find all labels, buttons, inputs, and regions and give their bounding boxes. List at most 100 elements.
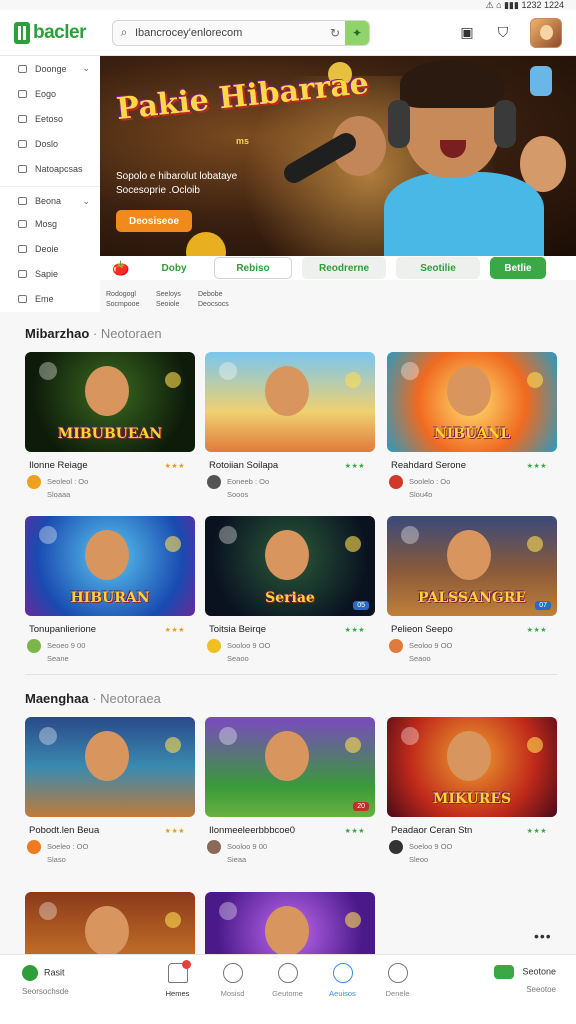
card-meta: Sooloo 9 OO Seaoo [205, 639, 375, 665]
card-meta-line2: Seane [47, 654, 69, 663]
bottom-left-account[interactable]: Rasit Seorsochsde [22, 965, 69, 996]
thumbnail-title: HIBURAN [70, 590, 150, 606]
sidebar-item[interactable]: Sapie [0, 261, 100, 286]
game-thumbnail[interactable]: MIKURES [387, 717, 557, 817]
category-chip[interactable]: Rebiso [214, 257, 292, 279]
sidebar-item[interactable]: Eetoso [0, 106, 100, 131]
game-thumbnail[interactable] [25, 717, 195, 817]
bottom-right-sub: Seeotoe [526, 985, 556, 994]
sidebar-item-icon [18, 219, 27, 228]
creator-avatar [27, 840, 41, 854]
category-chip[interactable]: 🍅 [108, 257, 134, 279]
bottom-tab-active[interactable]: Aeuisos [315, 963, 370, 998]
category-chip[interactable]: Seotilie [396, 257, 480, 279]
game-thumbnail[interactable]: HIBURAN [25, 516, 195, 616]
category-bar: 🍅 Doby Rebiso Reodrerne Seotilie Betlie [100, 256, 576, 280]
bag-icon[interactable]: ⛉ [494, 24, 512, 42]
category-chip[interactable]: Reodrerne [302, 257, 386, 279]
thumbnail-character [265, 530, 309, 580]
bottom-left-label: Rasit [44, 967, 65, 978]
game-card[interactable]: Pobodt.len Beua ★★★ Soeleo : OO Slaso [25, 717, 195, 866]
info-text: Rodogogl [106, 291, 136, 298]
search-input[interactable] [134, 26, 325, 39]
account-dot-icon [22, 965, 38, 981]
game-thumbnail[interactable]: NIBUANL [387, 352, 557, 452]
game-thumbnail[interactable]: MIBUBUEAN [25, 352, 195, 452]
game-card[interactable]: Seriae 05 Toitsia Beirqe ★★★ Sooloo 9 OO Seao… [205, 516, 375, 665]
more-options-icon[interactable]: ••• [534, 928, 552, 944]
creator-avatar [207, 639, 221, 653]
tab-icon [222, 963, 243, 983]
game-card[interactable]: MIKURES Peadaor Ceran Stn ★★★ Soeloo 9 OO Sl… [387, 717, 557, 866]
hero-kid [384, 60, 544, 256]
game-card[interactable]: HIBURAN Tonupanlierione ★★★ Seoeo 9 00 Seane [25, 516, 195, 665]
bottom-tab-b[interactable]: Geutome [260, 963, 315, 998]
sidebar-item[interactable]: Eogo [0, 81, 100, 106]
game-thumbnail[interactable]: PALSSANGRE 07 [387, 516, 557, 616]
sidebar-item-icon [18, 294, 27, 303]
game-card[interactable]: MIBUBUEAN Ilonne Reiage ★★★ Seoleol : Oo Slo… [25, 352, 195, 501]
card-title-row: Pelieon Seepo ★★★ [387, 624, 557, 635]
top-icons: ▣ ⛉ [458, 17, 562, 48]
hero-cta-button[interactable]: Deosiseoe [116, 210, 192, 232]
thumbnail-orb [527, 372, 543, 388]
sidebar-item[interactable]: Mosg [0, 211, 100, 236]
bottom-tab-a[interactable]: Mosisd [205, 963, 260, 998]
info-text: Deocsocs [198, 301, 229, 308]
thumbnail-badge: 05 [353, 601, 369, 610]
game-card[interactable]: 20 Ilonmeeleerbbbcoe0 ★★★ Sooloo 9 00 Sieaa [205, 717, 375, 866]
game-card[interactable]: PALSSANGRE 07 Pelieon Seepo ★★★ Seoloo 9 OO S… [387, 516, 557, 665]
bottom-right-label: Seotone [522, 966, 556, 977]
game-thumbnail[interactable]: 20 [205, 717, 375, 817]
thumbnail-character [265, 731, 309, 781]
logo-mark-icon [14, 21, 30, 44]
app-logo[interactable]: bacler [14, 21, 86, 44]
bottom-tabs: Hemes Mosisd Geutome Aeuisos Denele [150, 960, 425, 998]
thumbnail-orb [345, 737, 361, 753]
card-title: Peadaor Ceran Stn [391, 825, 473, 836]
wallet-icon[interactable]: ▣ [458, 24, 476, 42]
bottom-tab-c[interactable]: Denele [370, 963, 425, 998]
card-title-row: Toitsia Beirqe ★★★ [205, 624, 375, 635]
sidebar-item[interactable]: Doslo [0, 131, 100, 156]
tab-label: Mosisd [220, 989, 245, 998]
category-chip[interactable]: Betlie [490, 257, 546, 279]
thumbnail-orb [345, 536, 361, 552]
hero-subtitle: Sopolo e hibarolut lobataye Socesoprie .… [116, 171, 238, 196]
tab-label: Aeuisos [329, 989, 356, 998]
creator-avatar [27, 475, 41, 489]
section-title-main: Mibarzhao [25, 326, 90, 341]
sidebar-item-label: Doonge [35, 63, 67, 74]
sidebar-item[interactable]: Deoie [0, 236, 100, 261]
card-meta-line1: Eoneeb : Oo [227, 477, 270, 486]
section-title-main: Maenghaa [25, 691, 89, 706]
sidebar-item[interactable]: Natoapcsas [0, 156, 100, 181]
card-meta: Soeloo 9 OO Sleoo [387, 840, 557, 866]
thumbnail-character [447, 366, 491, 416]
user-avatar[interactable] [530, 17, 562, 48]
info-text: Debobe [198, 291, 223, 298]
sidebar-item-icon [18, 197, 27, 205]
game-thumbnail[interactable]: Seriae 05 [205, 516, 375, 616]
game-card[interactable]: NIBUANL Reahdard Serone ★★★ Soolelo : Oo Slo… [387, 352, 557, 501]
bottom-right-settings[interactable]: Seotone Seeotoe [494, 965, 556, 994]
thumbnail-orb [39, 727, 57, 745]
bottom-tab-home[interactable]: Hemes [150, 960, 205, 998]
rating-stars: ★★★ [164, 626, 185, 634]
hero-banner[interactable]: Pakie Hibarrae ms Sopolo e hibarolut lob… [100, 56, 576, 256]
refresh-icon[interactable]: ↻ [325, 26, 345, 40]
game-thumbnail[interactable] [205, 352, 375, 452]
thumbnail-title: Seriae [265, 590, 315, 606]
thumbnail-orb [39, 526, 57, 544]
sidebar-item[interactable]: Eme [0, 286, 100, 311]
info-text-grid: Rodogogl Seeloys Debobe Socmpooe Seoiole Deoc… [106, 290, 238, 310]
game-card[interactable]: Rotoiian Soilapa ★★★ Eoneeb : Oo Sooos [205, 352, 375, 501]
card-meta-lines: Seoloo 9 OO Seaoo [409, 639, 452, 665]
category-chip[interactable]: Doby [144, 257, 204, 279]
notification-dot-icon [181, 960, 191, 969]
info-text: Socmpooe [106, 301, 140, 308]
sidebar-item[interactable]: Doonge ⌄ [0, 56, 100, 81]
tab-icon [277, 963, 298, 983]
search-go-button[interactable]: ✦ [344, 20, 369, 45]
sidebar-item[interactable]: Beona ⌄ [0, 186, 100, 211]
